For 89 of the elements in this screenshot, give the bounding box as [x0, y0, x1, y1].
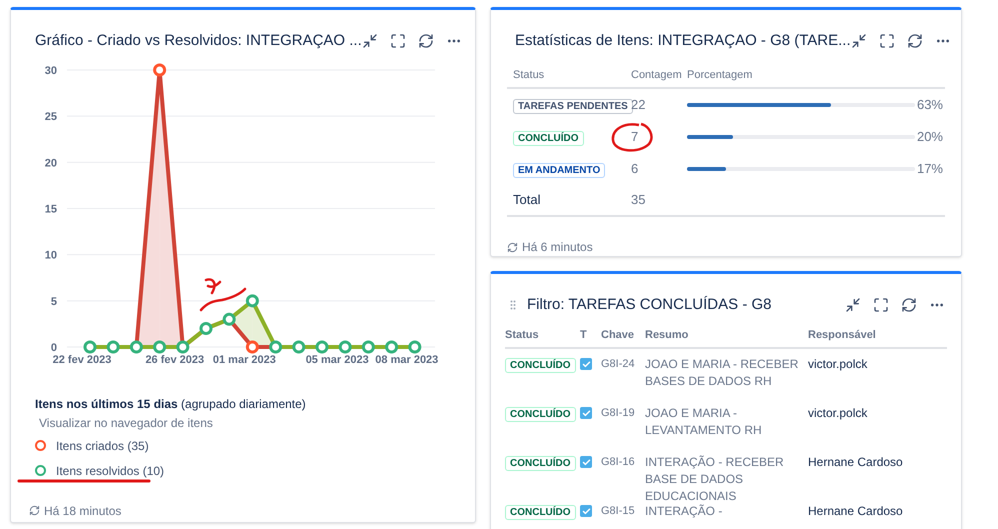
- data-point: [246, 294, 259, 307]
- assignee-cell: victor.polck: [808, 356, 868, 373]
- column-header: Responsável: [808, 328, 876, 342]
- card-title: Filtro: TAREFAS CONCLUÍDAS - G8: [527, 295, 772, 315]
- percentage-cell-text: 63%: [916, 96, 944, 114]
- x-tick-label: 22 fev 2023: [52, 354, 112, 366]
- status-lozenge: CONCLUÍDO: [505, 505, 576, 520]
- data-point: [362, 340, 375, 353]
- issue-navigator-link[interactable]: Visualizar no navegador de itens: [35, 414, 451, 432]
- y-tick-label: 5: [50, 295, 57, 308]
- x-tick-label: 05 mar 2023: [306, 354, 369, 366]
- data-point: [385, 340, 398, 353]
- status-lozenge: CONCLUÍDO: [505, 358, 576, 373]
- minimize-icon[interactable]: [850, 33, 867, 50]
- x-tick-label: 08 mar 2023: [375, 354, 438, 366]
- minimize-icon[interactable]: [362, 33, 378, 50]
- data-point: [176, 340, 190, 353]
- y-tick-label: 0: [50, 342, 57, 354]
- column-header: Contagem: [631, 68, 683, 82]
- column-header: T: [580, 328, 588, 342]
- percentage-cell-text: 20%: [916, 128, 944, 146]
- status-lozenge: TAREFAS PENDENTES: [513, 99, 633, 114]
- summary-link[interactable]: INTERAÇÃO - RECEBER BASE DE DADOS EDUCACIONAIS: [645, 454, 808, 505]
- data-point: [408, 340, 422, 353]
- data-point: [106, 340, 120, 353]
- x-tick-label: 01 mar 2023: [212, 354, 276, 366]
- task-type-icon: [580, 505, 592, 517]
- legend-label: Itens criados (35): [56, 438, 149, 454]
- fullscreen-icon[interactable]: [878, 33, 895, 50]
- chart-summary: Itens nos últimos 15 dias (agrupado diariamente): [35, 396, 307, 412]
- count-cell-text: 6: [631, 160, 640, 178]
- assignee-cell: victor.polck: [808, 405, 868, 422]
- issue-key-link[interactable]: G8I-15: [601, 503, 645, 520]
- y-tick-label: 25: [44, 110, 57, 123]
- data-point: [292, 340, 306, 353]
- scribble-annotation-drawing: [198, 277, 248, 313]
- count-cell-text: 22: [631, 96, 646, 114]
- data-point: [338, 340, 352, 353]
- issue-key-link[interactable]: G8I-16: [601, 454, 645, 471]
- status-lozenge: EM ANDAMENTO: [513, 163, 606, 178]
- refresh-icon[interactable]: [29, 505, 40, 516]
- updated-time: Há 6 minutos: [522, 239, 593, 256]
- data-point: [222, 312, 236, 326]
- status-lozenge: CONCLUÍDO: [505, 407, 576, 422]
- task-type-icon: [580, 358, 592, 370]
- data-point: [269, 340, 282, 353]
- fullscreen-icon[interactable]: [390, 33, 406, 50]
- fullscreen-icon[interactable]: [873, 297, 889, 314]
- data-point: [316, 340, 328, 353]
- x-tick-label: 26 fev 2023: [145, 354, 204, 366]
- issue-key-link[interactable]: G8I-19: [601, 405, 645, 422]
- task-type-icon: [580, 407, 592, 419]
- assignee-cell: Hernane Cardoso: [808, 454, 903, 471]
- y-tick-label: 15: [44, 203, 57, 215]
- total-count: 35: [631, 191, 646, 210]
- data-point: [246, 340, 259, 353]
- column-header: Resumo: [645, 328, 690, 342]
- y-tick-label: 20: [44, 156, 57, 169]
- status-lozenge: CONCLUÍDO: [505, 456, 576, 471]
- status-lozenge: CONCLUÍDO: [513, 131, 584, 146]
- refresh-icon[interactable]: [418, 33, 434, 50]
- percentage-cell-text: 17%: [916, 160, 944, 178]
- data-point: [200, 322, 212, 335]
- count-cell-text: 7: [631, 128, 640, 146]
- column-header: Chave: [601, 328, 636, 342]
- card-title: Estatísticas de Itens: INTEGRAÇAO - G8 (TARE...: [515, 31, 851, 51]
- summary-link[interactable]: JOAO E MARIA - LEVANTAMENTO RH: [645, 405, 808, 439]
- minimize-icon[interactable]: [845, 297, 861, 314]
- legend-label: Itens resolvidos (10): [56, 462, 164, 480]
- assignee-cell: Hernane Cardoso: [808, 503, 903, 520]
- updated-time: Há 18 minutos: [44, 502, 122, 520]
- summary-link[interactable]: INTERAÇÃO -: [645, 503, 808, 520]
- column-header: Status: [505, 328, 540, 342]
- refresh-icon[interactable]: [901, 297, 917, 314]
- card-title: Gráfico - Criado vs Resolvidos: INTEGRAÇAO ...: [35, 31, 362, 51]
- refresh-icon[interactable]: [906, 33, 923, 50]
- summary-link[interactable]: JOAO E MARIA - RECEBER BASES DE DADOS RH: [645, 356, 808, 390]
- data-point: [130, 340, 143, 353]
- column-header: Status: [513, 68, 546, 82]
- issue-key-link[interactable]: G8I-24: [601, 356, 645, 373]
- data-point: [84, 340, 96, 353]
- y-tick-label: 10: [44, 249, 57, 262]
- total-label: Total: [513, 191, 542, 210]
- data-point: [153, 63, 166, 76]
- y-tick-label: 30: [44, 64, 57, 76]
- data-point: [153, 340, 166, 353]
- column-header: Porcentagem: [687, 68, 752, 82]
- task-type-icon: [580, 456, 592, 468]
- refresh-icon[interactable]: [507, 242, 518, 252]
